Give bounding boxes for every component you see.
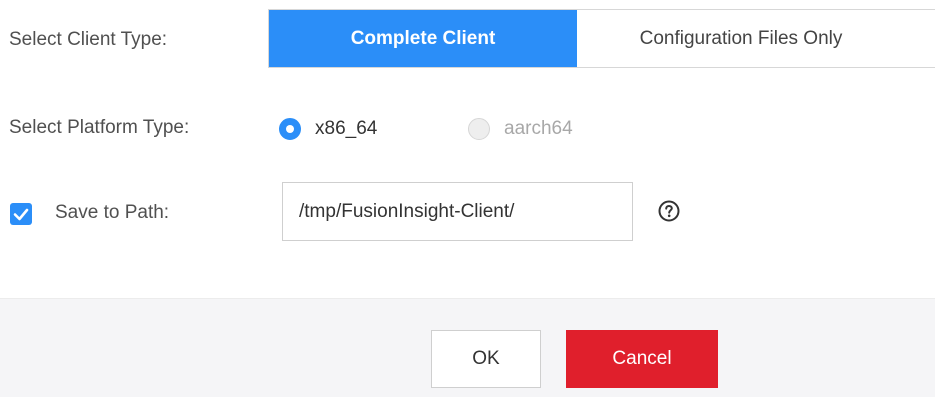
save-to-path-checkbox[interactable] [10, 203, 32, 225]
radio-unchecked-icon [468, 118, 490, 140]
checkmark-icon [13, 208, 29, 221]
download-client-dialog: Select Client Type: Complete Client Conf… [0, 0, 935, 397]
configuration-files-only-option[interactable]: Configuration Files Only [577, 10, 935, 67]
dialog-content: Select Client Type: Complete Client Conf… [0, 0, 935, 298]
cancel-button[interactable]: Cancel [566, 330, 718, 388]
ok-button[interactable]: OK [431, 330, 541, 388]
platform-x86-64-label: x86_64 [315, 118, 378, 139]
platform-aarch64-radio[interactable]: aarch64 [468, 118, 573, 140]
save-to-path-label: Save to Path: [55, 202, 170, 223]
client-type-toggle: Complete Client Configuration Files Only [268, 9, 935, 68]
radio-checked-icon [279, 118, 301, 140]
save-path-input[interactable] [282, 182, 633, 241]
complete-client-option[interactable]: Complete Client [269, 10, 577, 67]
platform-aarch64-label: aarch64 [504, 118, 573, 139]
question-circle-icon[interactable] [658, 200, 680, 222]
platform-x86-64-radio[interactable]: x86_64 [279, 118, 377, 140]
client-type-label: Select Client Type: [9, 29, 168, 50]
platform-type-label: Select Platform Type: [9, 117, 190, 138]
